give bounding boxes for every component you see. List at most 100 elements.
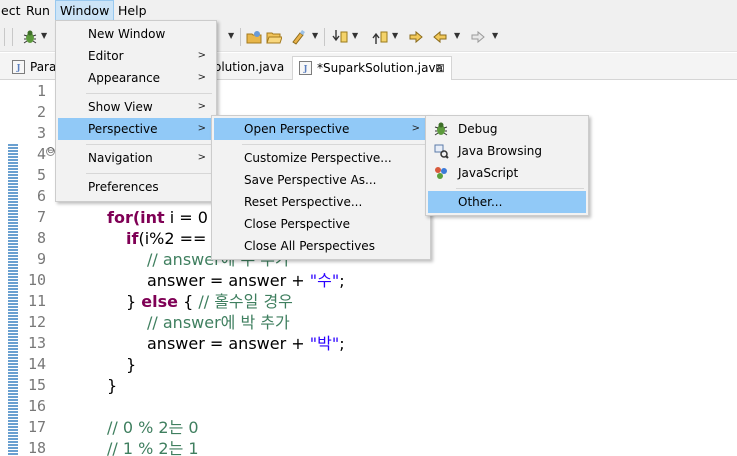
code-token: ; [339,334,345,353]
menu-run-label: Run [26,3,50,18]
line-number: 16 [27,397,46,415]
menu-item-label: Close Perspective [244,217,351,231]
debug-bug-icon [434,122,448,136]
open-perspective-submenu: Debug Java Browsing JavaScript Other... [425,115,589,216]
line-number: 14 [27,355,46,373]
code-line-7: for(int i = 0 [107,207,208,228]
prev-annotation-icon[interactable] [372,29,388,45]
java-browsing-icon [434,144,449,159]
line-number: 12 [27,313,46,331]
toolbar-separator [12,28,13,46]
code-line-12: // answer에 박 추가 [147,312,290,333]
code-line-10: answer = answer + "수"; [147,270,345,291]
menu-separator [86,93,212,94]
menu-item-other[interactable]: Other... [428,191,586,213]
menu-separator [86,144,212,145]
code-token: else [141,292,178,311]
toolbar-separator [324,28,325,46]
back-dropdown-icon[interactable]: ▼ [454,31,460,40]
menu-item-label: Open Perspective [244,122,350,136]
prev-annotation-dropdown-icon[interactable]: ▼ [392,31,398,40]
menu-item-show-view[interactable]: Show View > [58,96,214,118]
fold-collapse-icon[interactable]: ⊖ [46,147,55,156]
brush-dropdown-icon[interactable]: ▼ [312,31,318,40]
menu-item-label: Close All Perspectives [244,239,375,253]
new-dropdown-icon[interactable]: ▼ [228,31,234,40]
code-token: answer = answer + [147,334,310,353]
menu-project[interactable]: ect [0,0,24,21]
menu-item-save-perspective-as[interactable]: Save Perspective As... [214,169,428,191]
menu-item-appearance[interactable]: Appearance > [58,67,214,89]
line-number: 18 [27,439,46,456]
menu-item-label: Appearance [88,71,161,85]
menu-window[interactable]: Window [55,0,115,21]
perspective-submenu: Open Perspective > Customize Perspective.… [211,115,431,260]
menu-help[interactable]: Help [114,0,151,21]
code-line-8: if(i%2 == [126,228,206,249]
chevron-right-icon: > [197,72,206,83]
menu-item-new-window[interactable]: New Window [58,23,214,45]
menu-item-open-perspective[interactable]: Open Perspective > [214,118,428,140]
next-annotation-dropdown-icon[interactable]: ▼ [352,31,358,40]
menu-item-preferences[interactable]: Preferences [58,176,214,198]
back-icon[interactable] [432,29,448,45]
java-file-icon: J [299,61,312,75]
menu-item-close-all-perspectives[interactable]: Close All Perspectives [214,235,428,257]
tab-suparksolution[interactable]: J *SuparkSolution.java ⊠ [292,56,452,80]
chevron-right-icon: > [197,123,206,134]
brush-icon[interactable] [290,29,306,45]
line-number: 2 [36,103,46,121]
code-line-14: } [126,355,137,374]
chevron-right-icon: > [197,50,206,61]
code-token: (i%2 == [138,229,207,248]
debug-icon[interactable] [22,29,38,45]
open-type-icon[interactable] [246,29,262,45]
line-number: 15 [27,376,46,394]
menu-item-label: Reset Perspective... [244,195,363,209]
menu-item-navigation[interactable]: Navigation > [58,147,214,169]
menu-item-label: Editor [88,49,124,63]
close-icon[interactable]: ⊠ [435,57,445,79]
code-comment: // 1 % 2는 1 [107,439,199,456]
line-number: 7 [36,208,46,226]
forward-icon[interactable] [470,29,486,45]
menu-item-label: Java Browsing [458,144,543,158]
menu-item-close-perspective[interactable]: Close Perspective [214,213,428,235]
line-number: 6 [36,187,46,205]
menu-item-label: Other... [458,195,503,209]
tab-label: *SuparkSolution.java [317,61,443,75]
code-string: "박" [309,334,340,353]
menu-run[interactable]: Run [22,0,54,21]
menu-project-label: ect [1,3,21,18]
menu-item-reset-perspective[interactable]: Reset Perspective... [214,191,428,213]
menu-item-label: Navigation [88,151,153,165]
next-annotation-icon[interactable] [332,29,348,45]
code-token: } [126,292,142,311]
debug-dropdown-icon[interactable]: ▼ [41,31,47,40]
open-folder-icon[interactable] [266,29,282,45]
chevron-right-icon: > [197,152,206,163]
menu-item-label: Customize Perspective... [244,151,392,165]
last-edit-icon[interactable] [408,29,424,45]
line-number: 11 [27,292,46,310]
line-number: 9 [36,250,46,268]
toolbar-separator [4,28,5,46]
menu-item-debug[interactable]: Debug [428,118,586,140]
menu-item-label: Debug [458,122,498,136]
code-line-17: // 0 % 2는 0 [107,417,199,438]
code-line-18: // 1 % 2는 1 [107,438,199,456]
menu-item-customize-perspective[interactable]: Customize Perspective... [214,147,428,169]
code-token: i = 0 [164,208,208,227]
menu-help-label: Help [118,3,147,18]
line-number: 17 [27,418,46,436]
forward-dropdown-icon[interactable]: ▼ [492,31,498,40]
menu-item-editor[interactable]: Editor > [58,45,214,67]
change-ruler [8,144,18,456]
code-token: for( [107,208,141,227]
line-number: 4 [36,145,46,163]
menu-item-java-browsing[interactable]: Java Browsing [428,140,586,162]
menu-item-javascript[interactable]: JavaScript [428,162,586,184]
chevron-right-icon: > [197,101,206,112]
menu-item-perspective[interactable]: Perspective > [58,118,214,140]
code-token: ; [339,271,345,290]
